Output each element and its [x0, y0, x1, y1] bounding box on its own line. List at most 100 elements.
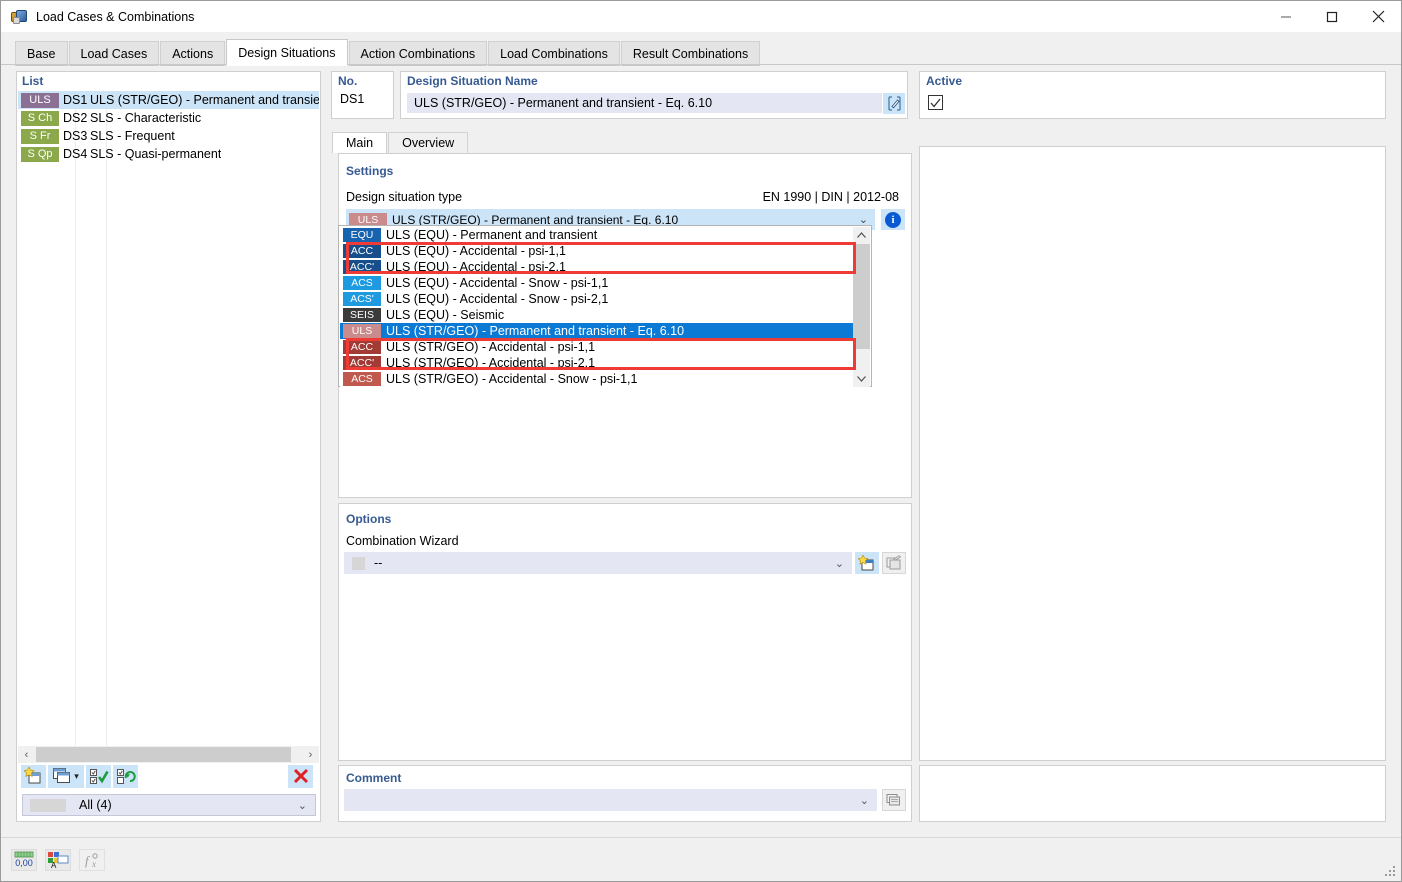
scroll-up-icon[interactable]: [853, 227, 870, 244]
tab-label: Actions: [172, 46, 214, 61]
tab-label: Base: [27, 46, 56, 61]
dropdown-item-badge: ACC: [343, 340, 381, 354]
list-item[interactable]: ULS DS1 ULS (STR/GEO) - Permanent and tr…: [18, 91, 319, 109]
dropdown-item[interactable]: ACC ULS (STR/GEO) - Accidental - psi-1,1: [340, 339, 854, 355]
design-situation-badge: S Qp: [21, 146, 59, 162]
active-label: Active: [926, 74, 963, 88]
scroll-track[interactable]: [35, 746, 302, 763]
chevron-down-icon[interactable]: ⌄: [860, 794, 869, 807]
right-preview-panel: [919, 146, 1386, 761]
invert-selection-button[interactable]: [113, 764, 138, 788]
scroll-right-icon[interactable]: ›: [302, 746, 319, 763]
list-column-separator: [106, 91, 107, 781]
info-icon: i: [885, 211, 901, 228]
dropdown-item[interactable]: SEIS ULS (EQU) - Seismic: [340, 307, 854, 323]
list-item[interactable]: S Fr DS3 SLS - Frequent: [18, 127, 319, 145]
dropdown-item-label: ULS (EQU) - Accidental - Snow - psi-2,1: [386, 292, 609, 306]
tab-result-combinations[interactable]: Result Combinations: [620, 41, 761, 66]
dropdown-item-label: ULS (STR/GEO) - Permanent and transient …: [386, 324, 685, 338]
number-format-button[interactable]: 0,00: [11, 849, 37, 871]
window-title: Load Cases & Combinations: [36, 9, 195, 24]
svg-text:f: f: [85, 853, 91, 868]
scroll-down-icon[interactable]: [853, 370, 870, 387]
load-cases-icon: [10, 8, 28, 26]
dropdown-scrollbar[interactable]: [853, 227, 870, 387]
right-preview-content: [935, 161, 1385, 760]
comment-group: Comment ⌄: [338, 765, 912, 822]
active-group: Active: [919, 71, 1386, 119]
list-column-separator: [75, 91, 76, 781]
svg-text:x: x: [91, 859, 96, 869]
dropdown-item-badge: ACC': [343, 356, 381, 370]
design-situation-type-dropdown[interactable]: EQU ULS (EQU) - Permanent and transient …: [338, 225, 872, 387]
minimize-button[interactable]: [1263, 1, 1309, 32]
list-item[interactable]: S Ch DS2 SLS - Characteristic: [18, 109, 319, 127]
dropdown-item-label: ULS (EQU) - Seismic: [386, 308, 505, 322]
maximize-button[interactable]: [1309, 1, 1355, 32]
combination-wizard-combo[interactable]: -- ⌄: [344, 552, 852, 574]
chevron-down-icon[interactable]: ▾: [74, 771, 79, 782]
close-button[interactable]: [1355, 1, 1401, 32]
info-button[interactable]: i: [881, 209, 905, 230]
list-item-name: ULS (STR/GEO) - Permanent and transient …: [90, 93, 319, 107]
chevron-down-icon[interactable]: ⌄: [298, 799, 307, 812]
copy-design-situation-button[interactable]: ▾: [48, 764, 84, 788]
dropdown-item-label: ULS (STR/GEO) - Accidental - psi-2,1: [386, 356, 596, 370]
comment-input[interactable]: ⌄: [344, 789, 877, 811]
scroll-left-icon[interactable]: ‹: [18, 746, 35, 763]
list-item[interactable]: S Qp DS4 SLS - Quasi-permanent: [18, 145, 319, 163]
units-button[interactable]: A: [45, 849, 71, 871]
dropdown-item-label: ULS (EQU) - Permanent and transient: [386, 228, 598, 242]
design-situations-rows: ULS DS1 ULS (STR/GEO) - Permanent and tr…: [18, 91, 319, 163]
options-label: Options: [346, 512, 392, 526]
tab-actions[interactable]: Actions: [160, 41, 226, 66]
list-item-no: DS3: [63, 129, 88, 143]
list-item-name: SLS - Frequent: [90, 129, 175, 143]
select-all-button[interactable]: [86, 764, 111, 788]
design-situation-name-field[interactable]: ULS (STR/GEO) - Permanent and transient …: [407, 93, 882, 113]
dropdown-item[interactable]: EQU ULS (EQU) - Permanent and transient: [340, 227, 854, 243]
tab-label: Load Combinations: [500, 46, 608, 61]
active-checkbox[interactable]: [928, 95, 943, 110]
dropdown-item[interactable]: ACC ULS (EQU) - Accidental - psi-1,1: [340, 243, 854, 259]
dropdown-items: EQU ULS (EQU) - Permanent and transient …: [340, 227, 854, 387]
formula-button[interactable]: f x: [79, 849, 105, 871]
settings-label: Settings: [346, 164, 394, 178]
tab-load-combinations[interactable]: Load Combinations: [488, 41, 620, 66]
list-item-no: DS2: [63, 111, 88, 125]
tab-action-combinations[interactable]: Action Combinations: [348, 41, 488, 66]
dropdown-item-label: ULS (EQU) - Accidental - psi-2,1: [386, 260, 566, 274]
scroll-thumb[interactable]: [853, 244, 870, 349]
scroll-thumb[interactable]: [36, 747, 291, 762]
tab-load-cases[interactable]: Load Cases: [68, 41, 160, 66]
delete-design-situation-button[interactable]: [288, 764, 313, 788]
edit-combination-wizard-button[interactable]: [882, 552, 906, 574]
list-horizontal-scrollbar[interactable]: ‹ ›: [18, 746, 319, 763]
dropdown-item[interactable]: ACS ULS (EQU) - Accidental - Snow - psi-…: [340, 275, 854, 291]
tab-base[interactable]: Base: [15, 41, 68, 66]
dropdown-item[interactable]: ACC' ULS (STR/GEO) - Accidental - psi-2,…: [340, 355, 854, 371]
design-situation-badge: S Fr: [21, 128, 59, 144]
tab-main[interactable]: Main: [332, 132, 388, 153]
standard-code-label: EN 1990 | DIN | 2012-08: [762, 190, 899, 204]
chevron-down-icon[interactable]: ⌄: [835, 557, 844, 570]
tab-design-situations[interactable]: Design Situations: [226, 39, 348, 66]
resize-grip[interactable]: [1385, 866, 1397, 878]
dropdown-item-label: ULS (EQU) - Accidental - Snow - psi-1,1: [386, 276, 609, 290]
new-combination-wizard-button[interactable]: [855, 552, 879, 574]
tab-overview[interactable]: Overview: [388, 132, 469, 153]
dropdown-item-selected[interactable]: ULS ULS (STR/GEO) - Permanent and transi…: [340, 323, 854, 339]
dropdown-item[interactable]: ACS' ULS (EQU) - Accidental - Snow - psi…: [340, 291, 854, 307]
dropdown-item[interactable]: ACS ULS (STR/GEO) - Accidental - Snow - …: [340, 371, 854, 387]
design-situations-list-panel: List ULS DS1 ULS (STR/GEO) - Permanent a…: [16, 71, 321, 822]
comment-templates-button[interactable]: [882, 789, 906, 811]
window-controls: [1263, 1, 1401, 32]
design-situation-badge: S Ch: [21, 110, 59, 126]
new-design-situation-button[interactable]: [21, 764, 46, 788]
list-filter-combo[interactable]: All (4) ⌄: [22, 794, 316, 816]
dropdown-item[interactable]: ACC' ULS (EQU) - Accidental - psi-2,1: [340, 259, 854, 275]
filter-swatch: [30, 798, 66, 812]
tab-label: Design Situations: [238, 45, 336, 60]
edit-name-button[interactable]: [883, 93, 905, 114]
dropdown-item-badge: ACS: [343, 276, 381, 290]
